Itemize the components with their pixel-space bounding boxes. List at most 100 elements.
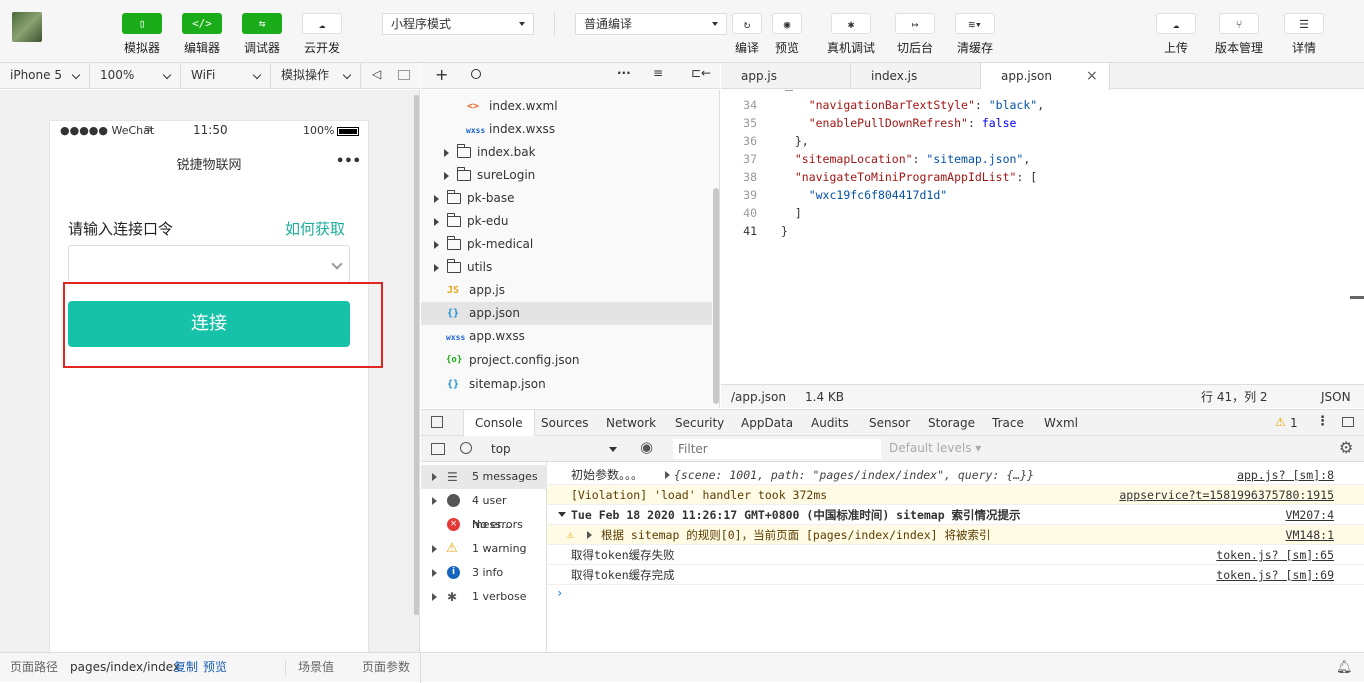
source-link[interactable]: VM207:4 xyxy=(1286,505,1334,525)
tree-item-index-wxss[interactable]: wxss index.wxss xyxy=(421,118,712,141)
tab-audits[interactable]: Audits xyxy=(811,410,849,436)
code-editor[interactable]: 34 "navigationBarTextStyle": "black", 35… xyxy=(721,90,1364,384)
source-link[interactable]: appservice?t=1581996375780:1915 xyxy=(1119,485,1334,505)
tree-item-surelogin[interactable]: sureLogin xyxy=(421,164,712,187)
sidebar-item-user-messages[interactable]: 4 user mess... xyxy=(421,489,547,531)
tab-appdata[interactable]: AppData xyxy=(741,410,793,436)
chevron-right-icon xyxy=(444,149,449,157)
preview-link[interactable]: 预览 xyxy=(203,653,227,682)
dock-icon[interactable] xyxy=(1342,417,1354,427)
connect-button[interactable]: 连接 xyxy=(68,301,350,347)
tab-sources[interactable]: Sources xyxy=(541,410,588,436)
sidebar-item-verbose[interactable]: ✱ 1 verbose xyxy=(421,585,547,609)
how-to-get-link[interactable]: 如何获取 xyxy=(285,218,345,239)
tree-item-pk-edu[interactable]: pk-edu xyxy=(421,210,712,233)
collapse-icon[interactable]: ⊏← xyxy=(691,66,711,80)
source-link[interactable]: token.js? [sm]:69 xyxy=(1216,565,1334,585)
version-button[interactable]: ⑂ 版本管理 xyxy=(1209,13,1269,56)
phone-icon: ▯ xyxy=(122,13,162,34)
battery-text: 100% xyxy=(303,124,335,137)
inspect-icon[interactable] xyxy=(431,416,443,428)
tab-wxml[interactable]: Wxml xyxy=(1044,410,1078,436)
context-select[interactable]: top xyxy=(483,439,623,459)
clear-cache-button[interactable]: ≋▾ 清缓存 xyxy=(945,13,1005,56)
operation-select[interactable]: 模拟操作 xyxy=(271,63,361,88)
sidebar-item-warnings[interactable]: ⚠ 1 warning xyxy=(421,537,547,561)
speaker-icon[interactable]: ◁ xyxy=(372,67,381,81)
sort-icon[interactable]: ≡ xyxy=(653,66,663,80)
tree-item-utils[interactable]: utils xyxy=(421,256,712,279)
chevron-right-icon xyxy=(434,264,439,272)
eye-icon[interactable]: ◉ xyxy=(640,438,653,456)
tree-item-app-js[interactable]: JS app.js xyxy=(421,279,712,302)
copy-link[interactable]: 复制 xyxy=(174,653,198,682)
cloud-icon: ☁ xyxy=(302,13,342,34)
source-link[interactable]: app.js? [sm]:8 xyxy=(1237,465,1334,485)
carrier-text: ●●●●● WeChat xyxy=(60,124,155,137)
upload-button[interactable]: ☁ 上传 xyxy=(1146,13,1206,56)
levels-select[interactable]: Default levels ▾ xyxy=(889,441,981,455)
tab-network[interactable]: Network xyxy=(606,410,656,436)
console-prompt[interactable]: › xyxy=(556,586,563,600)
tree-item-app-wxss[interactable]: wxss app.wxss xyxy=(421,325,712,348)
sidebar-item-info[interactable]: i 3 info xyxy=(421,561,547,585)
tab-app-json[interactable]: app.json × xyxy=(981,63,1110,90)
editor-button[interactable]: </> 编辑器 xyxy=(172,13,232,56)
chevron-down-icon xyxy=(519,22,525,26)
tree-scrollbar[interactable] xyxy=(713,188,719,404)
filter-input[interactable] xyxy=(673,439,881,459)
details-button[interactable]: ☰ 详情 xyxy=(1274,13,1334,56)
tree-item-pk-medical[interactable]: pk-medical xyxy=(421,233,712,256)
sidebar-item-messages[interactable]: ☰ 5 messages xyxy=(421,465,547,489)
more-icon[interactable]: ··· xyxy=(617,66,631,80)
kebab-menu-icon[interactable]: ⋮ xyxy=(1316,414,1329,429)
window-icon[interactable] xyxy=(398,70,410,80)
cloud-dev-button[interactable]: ☁ 云开发 xyxy=(292,13,352,56)
simulator-scrollbar[interactable] xyxy=(414,95,419,615)
chevron-right-icon[interactable] xyxy=(665,471,670,479)
sidebar-item-errors[interactable]: × No errors xyxy=(421,513,547,537)
more-dots-icon[interactable]: ••• xyxy=(336,154,361,169)
info-icon: i xyxy=(447,566,460,579)
sidebar-toggle-icon[interactable] xyxy=(431,443,445,455)
tree-item-index-wxml[interactable]: <> index.wxml xyxy=(421,95,712,118)
tree-item-app-json[interactable]: {} app.json xyxy=(421,302,712,325)
simulator-button[interactable]: ▯ 模拟器 xyxy=(112,13,172,56)
mode-select[interactable]: 小程序模式 xyxy=(382,13,534,35)
tab-sensor[interactable]: Sensor xyxy=(869,410,910,436)
add-icon[interactable]: + xyxy=(435,65,448,84)
page-params-button[interactable]: 页面参数 xyxy=(362,653,410,682)
tab-trace[interactable]: Trace xyxy=(992,410,1024,436)
debugger-button[interactable]: ⇆ 调试器 xyxy=(232,13,292,56)
warning-count[interactable]: 1 xyxy=(1290,410,1298,436)
tree-item-pk-base[interactable]: pk-base xyxy=(421,187,712,210)
tree-item-project-config[interactable]: {o} project.config.json xyxy=(421,349,712,372)
tree-item-sitemap-json[interactable]: {} sitemap.json xyxy=(421,373,712,396)
tab-console[interactable]: Console xyxy=(463,410,535,436)
source-link[interactable]: token.js? [sm]:65 xyxy=(1216,545,1334,565)
scene-value-button[interactable]: 场景值 xyxy=(298,653,334,682)
user-avatar[interactable] xyxy=(12,12,42,42)
gear-icon[interactable]: ⚙ xyxy=(1339,438,1353,457)
chevron-down-icon xyxy=(331,258,343,270)
tab-storage[interactable]: Storage xyxy=(928,410,975,436)
remote-debug-button[interactable]: ✱ 真机调试 xyxy=(821,13,881,56)
compile-select[interactable]: 普通编译 xyxy=(575,13,727,35)
search-icon[interactable] xyxy=(471,69,481,79)
background-button[interactable]: ↦ 切后台 xyxy=(885,13,945,56)
zoom-select[interactable]: 100% xyxy=(90,63,181,88)
close-icon[interactable]: × xyxy=(1086,63,1098,89)
preview-button[interactable]: ◉ 预览 xyxy=(757,13,817,56)
chevron-right-icon[interactable] xyxy=(587,531,592,539)
tab-index-js[interactable]: index.js xyxy=(851,63,981,89)
tab-security[interactable]: Security xyxy=(675,410,724,436)
device-select[interactable]: iPhone 5 xyxy=(0,63,90,88)
tab-app-js[interactable]: app.js xyxy=(721,63,851,89)
network-select[interactable]: WiFi xyxy=(181,63,271,88)
bell-icon[interactable]: 🔔︎ xyxy=(1336,653,1353,682)
passcode-input[interactable] xyxy=(68,245,350,283)
clear-console-icon[interactable] xyxy=(460,442,472,454)
tree-item-index-bak[interactable]: index.bak xyxy=(421,141,712,164)
console-group[interactable]: Tue Feb 18 2020 11:26:17 GMT+0800 (中国标准时… xyxy=(547,505,1364,525)
source-link[interactable]: VM148:1 xyxy=(1286,525,1334,545)
